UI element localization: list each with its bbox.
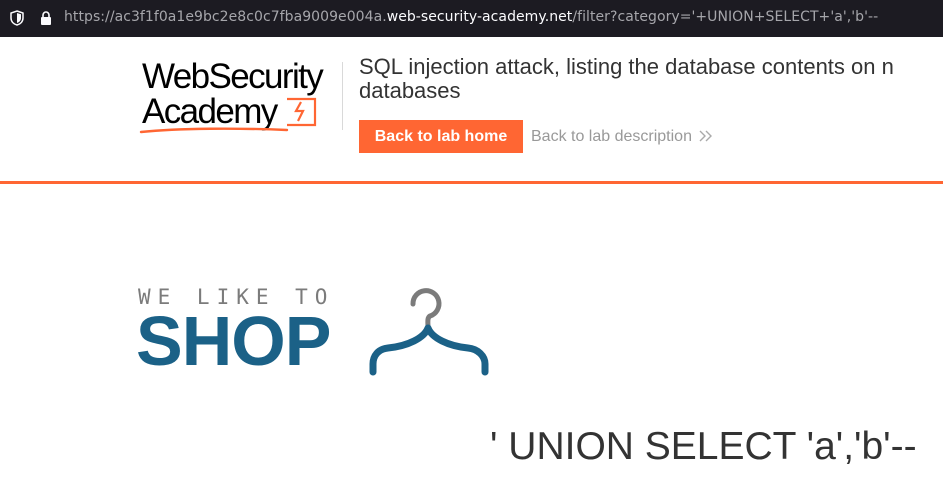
category-heading: ' UNION SELECT 'a','b'--: [490, 425, 917, 468]
url-text[interactable]: https://ac3f1f0a1e9bc2e8c0c7fba9009e004a…: [64, 9, 878, 25]
double-chevron-right-icon[interactable]: [698, 128, 714, 144]
lab-title: SQL injection attack, listing the databa…: [359, 55, 894, 103]
logo-line1: WebSecurity: [142, 57, 324, 96]
hanger-icon: [369, 288, 489, 376]
logo-underline-icon: [139, 127, 289, 134]
lab-title-line2: databases: [359, 78, 461, 103]
header-divider: [0, 181, 943, 184]
url-prefix: https://ac3f1f0a1e9bc2e8c0c7fba9009e004a…: [64, 9, 387, 25]
shop-name: SHOP: [136, 302, 331, 380]
back-to-lab-home-button[interactable]: Back to lab home: [359, 120, 523, 153]
browser-url-bar[interactable]: https://ac3f1f0a1e9bc2e8c0c7fba9009e004a…: [0, 0, 943, 37]
shield-icon[interactable]: [10, 10, 24, 26]
lab-title-line1: SQL injection attack, listing the databa…: [359, 54, 894, 79]
academy-logo-mark-icon: [287, 97, 317, 127]
lock-icon[interactable]: [39, 10, 53, 26]
url-domain: web-security-academy.net: [386, 9, 573, 25]
logo-line2: Academy: [142, 92, 278, 131]
back-to-lab-description-link[interactable]: Back to lab description: [531, 128, 692, 146]
url-path: /filter?category='+UNION+SELECT+'a','b'-…: [572, 9, 879, 25]
logo-divider: [342, 62, 343, 130]
